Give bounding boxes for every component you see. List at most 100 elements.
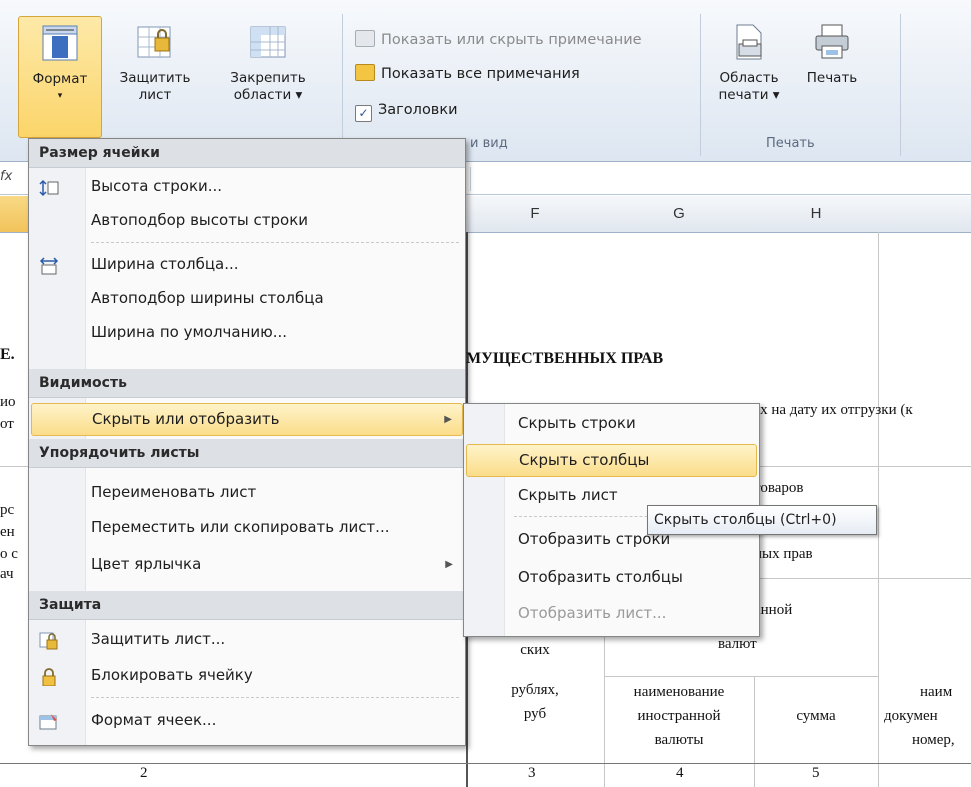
cell-text: номер, bbox=[912, 732, 955, 748]
headings-label: Заголовки bbox=[378, 102, 458, 118]
tooltip: Скрыть столбцы (Ctrl+0) bbox=[647, 505, 877, 535]
menu-item-label: Защитить лист... bbox=[91, 630, 226, 648]
menu-item-row-height[interactable]: Высота строки... bbox=[31, 171, 463, 202]
grid-line bbox=[604, 676, 878, 677]
cell-text: рс bbox=[0, 502, 15, 518]
format-dropdown-menu: Размер ячейки Высота строки... Автоподбо… bbox=[28, 138, 466, 746]
column-width-icon bbox=[39, 255, 59, 275]
menu-item-label: Скрыть лист bbox=[518, 486, 618, 504]
cell-text: ных прав bbox=[754, 546, 813, 562]
menu-item-lock-cell[interactable]: Блокировать ячейку bbox=[31, 660, 463, 691]
protect-sheet-label2: лист bbox=[138, 87, 172, 103]
grid-line bbox=[878, 232, 879, 787]
menu-item-label: Переименовать лист bbox=[91, 483, 257, 501]
menu-item-label: Ширина столбца... bbox=[91, 255, 239, 273]
freeze-panes-icon bbox=[248, 22, 288, 62]
print-area-button[interactable]: Область печати ▾ bbox=[710, 16, 788, 136]
menu-item-label: Скрыть строки bbox=[518, 414, 636, 432]
submenu-arrow-icon: ▶ bbox=[445, 559, 453, 570]
submenu-item-hide-columns[interactable]: Скрыть столбцы bbox=[466, 444, 757, 477]
cell-text: рублях, bbox=[511, 682, 559, 698]
menu-divider bbox=[91, 697, 459, 698]
cell-text: наименование bbox=[633, 684, 725, 700]
cell-text: иностранной bbox=[637, 708, 721, 724]
ribbon-separator bbox=[700, 14, 701, 156]
cell-text: Е. bbox=[0, 346, 15, 363]
column-header-g[interactable]: G bbox=[604, 196, 755, 233]
cell-text: наим bbox=[920, 684, 953, 700]
menu-item-label: Высота строки... bbox=[91, 177, 223, 195]
column-header-h[interactable]: H bbox=[754, 196, 879, 233]
menu-item-label: Скрыть столбцы bbox=[519, 451, 650, 469]
menu-header-cell-size: Размер ячейки bbox=[29, 139, 465, 168]
format-icon bbox=[40, 23, 80, 63]
grid-line bbox=[0, 763, 971, 764]
submenu-arrow-icon: ▶ bbox=[444, 414, 452, 425]
subtitle-text: ых на дату их отгрузки (к bbox=[750, 402, 913, 418]
notes-icon bbox=[355, 64, 375, 81]
fx-icon[interactable]: fx bbox=[0, 169, 12, 184]
title-text: МУЩЕСТВЕННЫХ ПРАВ bbox=[466, 350, 664, 367]
cell-text: ен bbox=[0, 524, 15, 540]
format-button[interactable]: Формат ▾ bbox=[18, 16, 102, 138]
menu-divider bbox=[91, 242, 459, 243]
protect-sheet-icon bbox=[39, 630, 59, 650]
cell-number: 2 bbox=[140, 765, 148, 781]
freeze-panes-label1: Закрепить bbox=[230, 70, 306, 86]
menu-item-column-width[interactable]: Ширина столбца... bbox=[31, 249, 463, 280]
cell-text: руб bbox=[523, 706, 547, 722]
menu-item-autofit-column[interactable]: Автоподбор ширины столбца bbox=[31, 283, 463, 314]
print-titles-button[interactable]: Печать bbox=[792, 16, 872, 136]
formula-input[interactable] bbox=[470, 167, 970, 191]
menu-item-label: Цвет ярлычка bbox=[91, 555, 202, 573]
freeze-panes-label2: области ▾ bbox=[233, 87, 303, 103]
menu-item-label: Отобразить лист... bbox=[518, 604, 667, 622]
menu-item-label: Переместить или скопировать лист... bbox=[91, 518, 390, 536]
cell-text: от bbox=[0, 416, 14, 432]
print-area-icon bbox=[729, 22, 769, 62]
menu-item-move-copy-sheet[interactable]: Переместить или скопировать лист... bbox=[31, 512, 463, 543]
menu-item-label: Отобразить столбцы bbox=[518, 568, 683, 586]
menu-item-tab-color[interactable]: Цвет ярлычка ▶ bbox=[31, 549, 463, 580]
cell-text: валют bbox=[718, 636, 757, 652]
headings-checkbox[interactable]: ✓ Заголовки bbox=[355, 102, 458, 124]
format-cells-icon bbox=[39, 711, 59, 730]
print-area-label2: печати ▾ bbox=[718, 87, 780, 103]
protect-sheet-button[interactable]: Защитить лист bbox=[112, 16, 198, 136]
show-hide-note-button[interactable]: Показать или скрыть примечание bbox=[355, 30, 642, 52]
column-header-i[interactable] bbox=[878, 196, 971, 233]
protect-sheet-label1: Защитить bbox=[119, 70, 191, 86]
cell-text: ских bbox=[520, 642, 550, 658]
note-icon bbox=[355, 30, 375, 47]
cell-text: ио bbox=[0, 394, 16, 410]
submenu-item-unhide-sheet[interactable]: Отобразить лист... bbox=[466, 598, 757, 629]
cell-text: валюты bbox=[654, 732, 704, 748]
grid-line bbox=[754, 676, 755, 787]
show-all-notes-button[interactable]: Показать все примечания bbox=[355, 64, 580, 86]
column-header-f[interactable]: F bbox=[466, 196, 605, 233]
menu-item-label: Автоподбор ширины столбца bbox=[91, 289, 324, 307]
protect-sheet-icon bbox=[135, 22, 175, 62]
checkbox-checked-icon: ✓ bbox=[355, 105, 372, 122]
menu-header-organize-sheets: Упорядочить листы bbox=[29, 439, 465, 468]
menu-item-label: Формат ячеек... bbox=[91, 711, 217, 729]
menu-item-rename-sheet[interactable]: Переименовать лист bbox=[31, 477, 463, 508]
cell-text: сумма bbox=[796, 708, 836, 724]
menu-item-autofit-row[interactable]: Автоподбор высоты строки bbox=[31, 205, 463, 236]
show-hide-note-label: Показать или скрыть примечание bbox=[381, 32, 642, 48]
menu-item-hide-unhide[interactable]: Скрыть или отобразить ▶ bbox=[31, 403, 463, 436]
submenu-item-hide-rows[interactable]: Скрыть строки bbox=[466, 408, 757, 439]
cell-number: 3 bbox=[528, 765, 536, 781]
menu-item-format-cells[interactable]: Формат ячеек... bbox=[31, 705, 463, 736]
show-all-notes-label: Показать все примечания bbox=[381, 66, 580, 82]
cell-number: 4 bbox=[676, 765, 684, 781]
row-height-icon bbox=[39, 177, 59, 197]
menu-item-protect-sheet[interactable]: Защитить лист... bbox=[31, 624, 463, 655]
menu-item-default-width[interactable]: Ширина по умолчанию... bbox=[31, 317, 463, 348]
format-arrow-icon: ▾ bbox=[57, 91, 63, 101]
ribbon-separator bbox=[900, 14, 901, 156]
ribbon-separator bbox=[342, 14, 343, 156]
submenu-item-unhide-columns[interactable]: Отобразить столбцы bbox=[466, 562, 757, 593]
freeze-panes-button[interactable]: Закрепить области ▾ bbox=[222, 16, 314, 136]
print-titles-label: Печать bbox=[806, 70, 858, 86]
